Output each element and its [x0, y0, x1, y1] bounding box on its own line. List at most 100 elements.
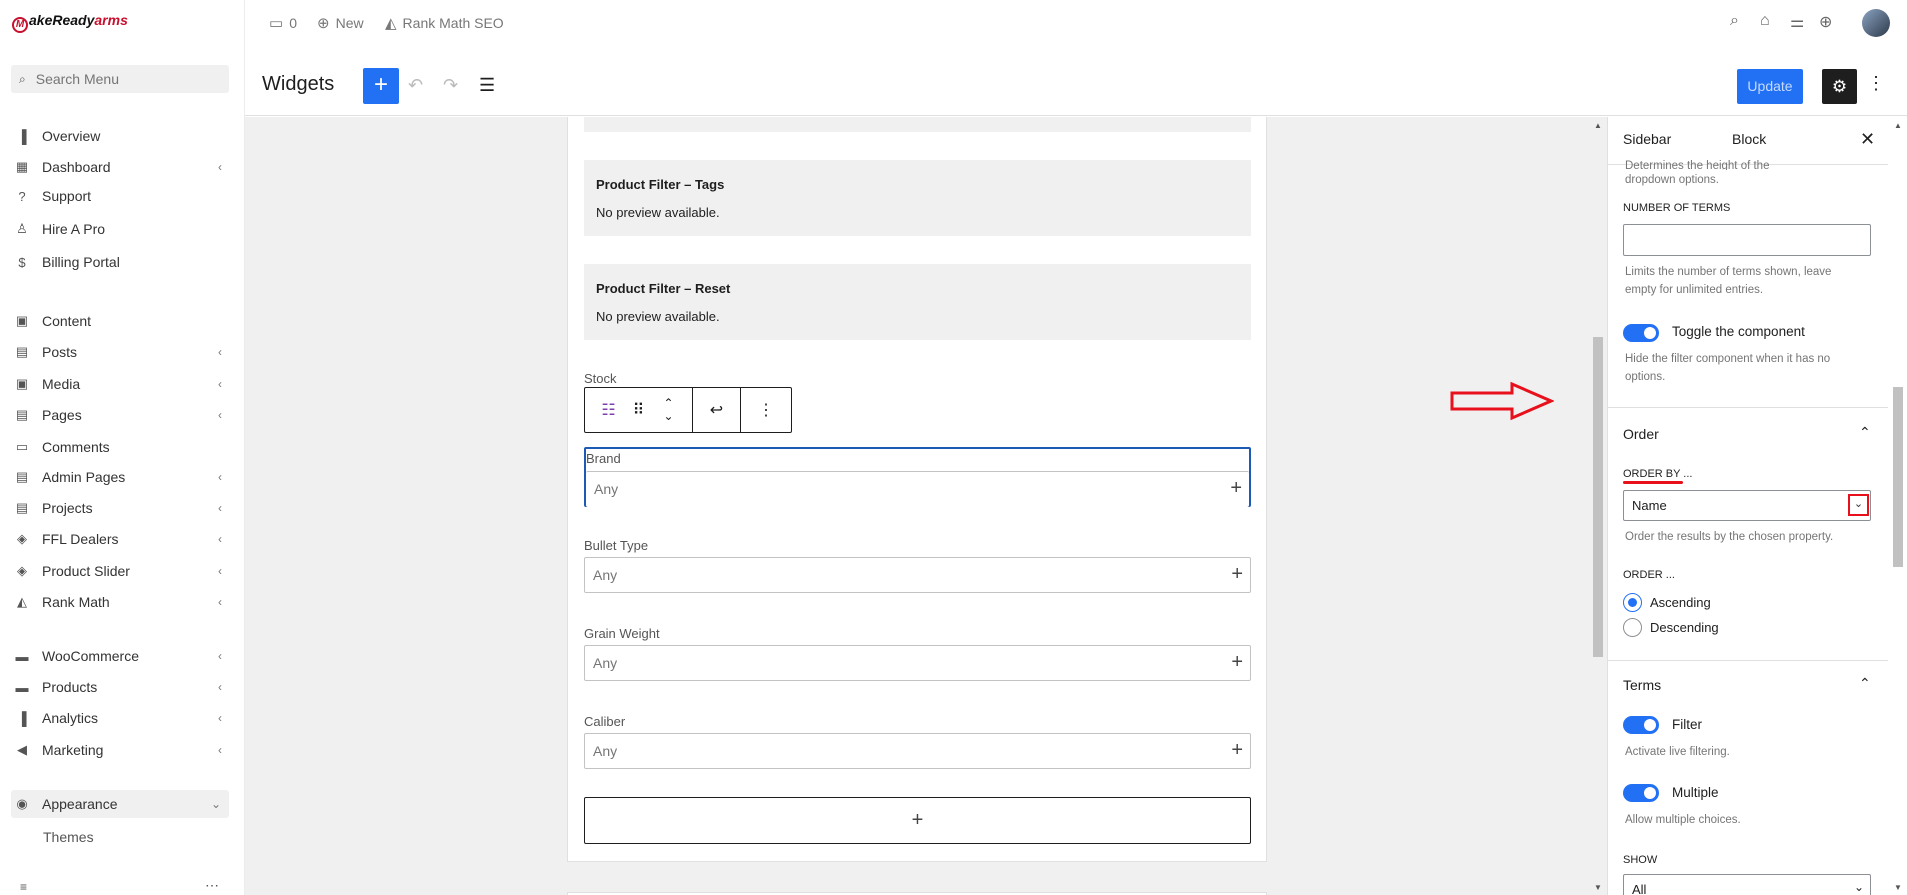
chevron-down-icon[interactable]: ⌄: [1854, 880, 1864, 894]
adminbar-comments[interactable]: ▭ 0: [269, 14, 297, 32]
redo-icon[interactable]: ↷: [443, 75, 458, 96]
radio-ascending[interactable]: [1623, 593, 1642, 612]
dollar-icon: $: [18, 254, 26, 270]
block-title: Product Filter – Reset: [596, 281, 731, 296]
add-circle-icon[interactable]: ⊕: [1819, 12, 1832, 32]
number-of-terms-label: NUMBER OF TERMS: [1623, 202, 1731, 214]
sliders-icon[interactable]: ⚌: [1790, 12, 1804, 32]
block-note: No preview available.: [596, 205, 720, 220]
drag-handle-icon[interactable]: ⠿: [624, 400, 654, 420]
sidebar-item-products[interactable]: ▬ Products ‹: [14, 676, 230, 698]
collapse-menu-icon[interactable]: ≡: [20, 880, 27, 894]
block-appender-button[interactable]: +: [584, 797, 1251, 844]
search-menu-input[interactable]: ⌕ Search Menu: [11, 65, 229, 93]
more-options-icon[interactable]: ⋯: [205, 877, 219, 894]
product-filter-reset-block[interactable]: Product Filter – Reset No preview availa…: [584, 264, 1251, 340]
chevron-left-icon: ‹: [218, 408, 222, 422]
undo-icon[interactable]: ↶: [408, 75, 423, 96]
search-icon[interactable]: ⌕: [1730, 12, 1739, 30]
site-logo[interactable]: MakeReadyarms: [12, 12, 128, 33]
settings-gear-icon[interactable]: ⚙: [1822, 69, 1857, 104]
adminbar-rank-math-seo[interactable]: ◭ Rank Math SEO: [385, 14, 504, 32]
avatar[interactable]: [1862, 9, 1890, 37]
help-text: Order the results by the chosen property…: [1625, 531, 1834, 543]
field-placeholder: Any: [593, 743, 618, 759]
brand-input[interactable]: Any +: [586, 471, 1249, 507]
toggle-label: Filter: [1672, 717, 1702, 732]
sidebar-item-overview[interactable]: ▐ Overview: [14, 125, 230, 147]
plus-icon[interactable]: +: [1231, 739, 1243, 762]
sidebar-item-analytics[interactable]: ▐ Analytics ‹: [14, 707, 230, 729]
adminbar-new[interactable]: ⊕ New: [317, 14, 364, 32]
sidebar-item-appearance[interactable]: ◉ Appearance ⌄: [11, 790, 229, 818]
sidebar-item-media[interactable]: ▣ Media ‹: [14, 373, 230, 395]
list-view-icon[interactable]: ☰: [479, 75, 495, 96]
chevron-left-icon: ‹: [218, 649, 222, 663]
add-block-button[interactable]: +: [363, 68, 399, 104]
close-icon[interactable]: ✕: [1860, 129, 1875, 150]
sidebar-item-label: Rank Math: [42, 594, 110, 610]
scroll-down-icon[interactable]: ▼: [1894, 883, 1902, 892]
tab-block[interactable]: Block: [1732, 131, 1766, 147]
sidebar-item-label: Marketing: [42, 742, 104, 758]
previous-block[interactable]: [584, 117, 1251, 132]
sidebar-item-pages[interactable]: ▤ Pages ‹: [14, 404, 230, 426]
chevron-up-icon[interactable]: ⌃: [1859, 424, 1871, 441]
order-panel-heading[interactable]: Order: [1623, 426, 1659, 442]
update-button[interactable]: Update: [1737, 69, 1803, 104]
caliber-input[interactable]: Any +: [584, 733, 1251, 769]
sidebar-item-projects[interactable]: ▤ Projects ‹: [14, 497, 230, 519]
chevron-down-icon[interactable]: ⌄: [1848, 494, 1869, 516]
sidebar-item-admin-pages[interactable]: ▤ Admin Pages ‹: [14, 466, 230, 488]
order-label: ORDER ...: [1623, 569, 1675, 581]
sidebar-item-posts[interactable]: ▤ Posts ‹: [14, 341, 230, 363]
field-label: Bullet Type: [584, 538, 649, 553]
scrollbar-thumb[interactable]: [1593, 337, 1603, 657]
sidebar-item-product-slider[interactable]: ◈ Product Slider ‹: [14, 560, 230, 582]
sidebar-item-ffl-dealers[interactable]: ◈ FFL Dealers ‹: [14, 528, 230, 550]
chevron-left-icon: ‹: [218, 501, 222, 515]
scrollbar-thumb[interactable]: [1893, 387, 1903, 567]
grain-weight-input[interactable]: Any +: [584, 645, 1251, 681]
scroll-up-icon[interactable]: ▲: [1594, 121, 1602, 130]
scroll-down-icon[interactable]: ▼: [1594, 883, 1602, 892]
sidebar-item-label: Support: [42, 188, 92, 204]
plus-icon[interactable]: +: [1230, 477, 1242, 500]
sidebar-item-hire-a-pro[interactable]: ♙ Hire A Pro: [14, 218, 230, 240]
radio-descending[interactable]: [1623, 618, 1642, 637]
plus-icon[interactable]: +: [1231, 651, 1243, 674]
sidebar-item-marketing[interactable]: ◀ Marketing ‹: [14, 739, 230, 761]
terms-panel-heading[interactable]: Terms: [1623, 677, 1661, 693]
canvas-scrollbar[interactable]: ▲ ▼: [1591, 117, 1605, 895]
sidebar-item-dashboard[interactable]: ▦ Dashboard ‹: [14, 156, 230, 178]
bullet-type-input[interactable]: Any +: [584, 557, 1251, 593]
sidebar-item-content[interactable]: ▣ Content: [14, 310, 230, 332]
plus-icon[interactable]: +: [1231, 563, 1243, 586]
settings-scrollbar[interactable]: ▲ ▼: [1890, 117, 1906, 895]
sidebar-item-billing-portal[interactable]: $ Billing Portal: [14, 251, 230, 273]
brand-field-block[interactable]: Brand Any +: [584, 447, 1251, 507]
multiple-switch[interactable]: [1623, 784, 1659, 802]
scroll-up-icon[interactable]: ▲: [1894, 121, 1902, 130]
question-icon: ?: [18, 188, 26, 204]
product-filter-tags-block[interactable]: Product Filter – Tags No preview availab…: [584, 160, 1251, 236]
logo-accent-text: arms: [94, 12, 128, 28]
toggle-component-switch[interactable]: [1623, 324, 1659, 342]
sidebar-item-woocommerce[interactable]: ▬ WooCommerce ‹: [14, 645, 230, 667]
more-vertical-icon[interactable]: ⋮: [1867, 73, 1885, 94]
order-by-select[interactable]: Name ⌄: [1623, 490, 1871, 521]
chevron-up-icon[interactable]: ⌃: [1859, 675, 1871, 692]
move-up-down-icon[interactable]: ⌃ ⌄: [654, 397, 684, 423]
tab-sidebar[interactable]: Sidebar: [1623, 131, 1671, 147]
more-vertical-icon[interactable]: ⋮: [751, 400, 781, 420]
list-block-icon[interactable]: ☷: [594, 400, 624, 420]
sidebar-item-rank-math[interactable]: ◭ Rank Math ‹: [14, 591, 230, 613]
transform-icon[interactable]: ↩: [702, 400, 732, 420]
show-select[interactable]: All ⌄: [1623, 874, 1871, 895]
sidebar-subitem-themes[interactable]: Themes: [43, 829, 94, 845]
number-of-terms-input[interactable]: [1623, 224, 1871, 256]
home-icon[interactable]: ⌂: [1760, 12, 1770, 30]
sidebar-item-support[interactable]: ? Support: [14, 185, 230, 207]
sidebar-item-comments[interactable]: ▭ Comments: [14, 436, 230, 458]
filter-switch[interactable]: [1623, 716, 1659, 734]
